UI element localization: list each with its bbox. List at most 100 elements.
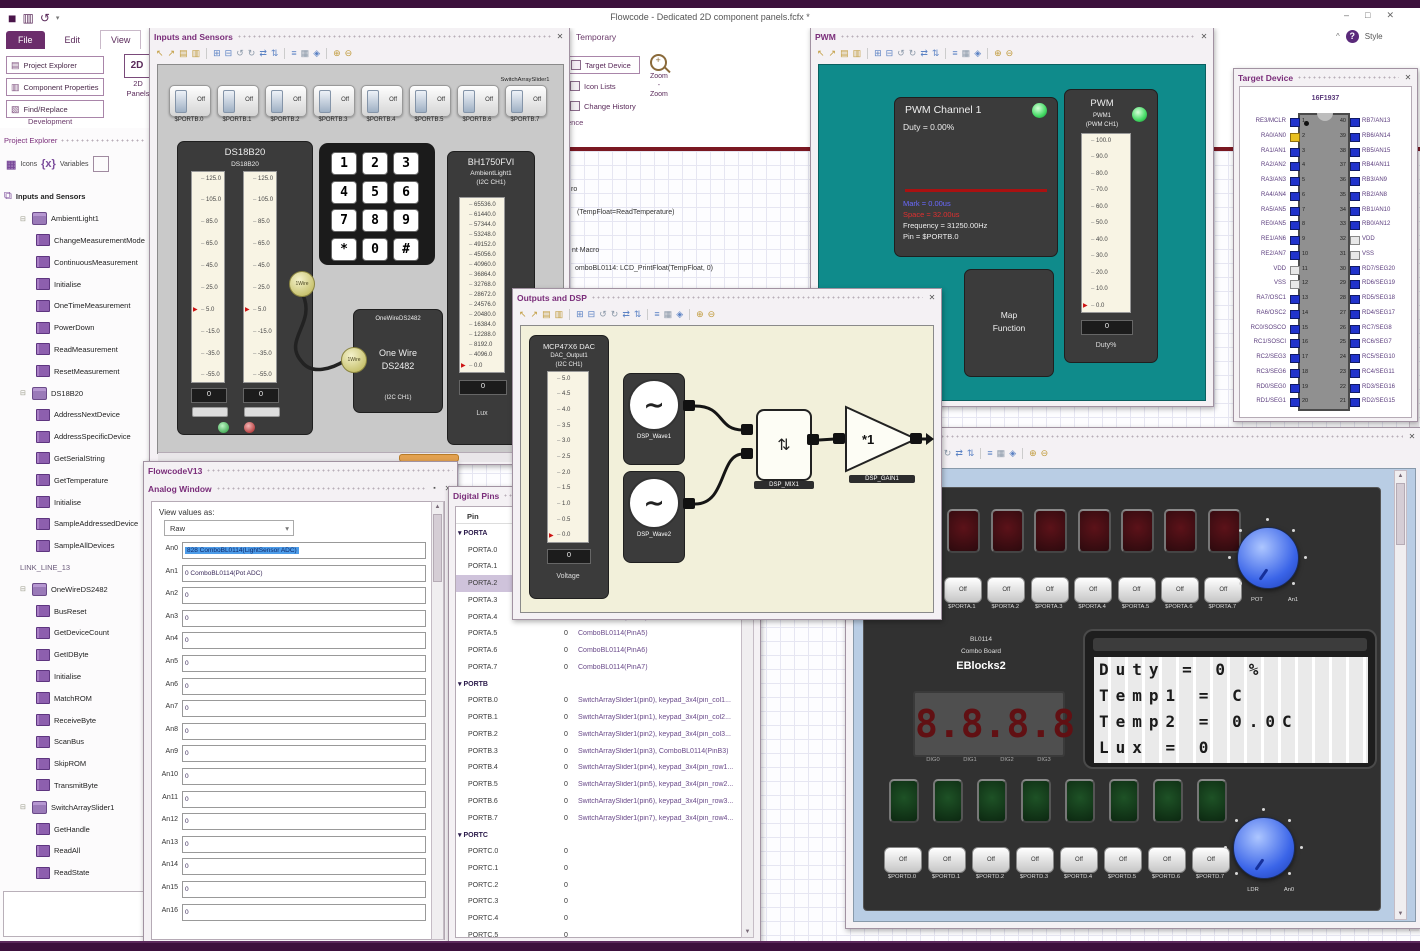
tree-item-receivebyte[interactable]: ReceiveByte (0, 709, 150, 731)
settings-icon[interactable]: ◈ (974, 48, 981, 59)
pwm-channel1-block[interactable]: PWM Channel 1 Duty = 0.00% Mark = 0.00us… (894, 97, 1058, 257)
analog-input-an13[interactable]: 0 (182, 835, 426, 853)
tree-item-getserialstring[interactable]: GetSerialString (0, 448, 150, 470)
pin-pad[interactable] (1350, 295, 1360, 304)
pin-pad[interactable] (1290, 250, 1300, 260)
dsp-wave1-block[interactable]: ∼ DSP_Wave1 (623, 373, 685, 465)
close-icon[interactable]: ✕ (555, 32, 565, 41)
collapse-ribbon-icon[interactable]: ^ (1336, 32, 1340, 41)
analog-input-an0[interactable]: 828 ComboBL0114(LightSensor ADC) (182, 542, 426, 559)
switch--porta-1[interactable]: Off (943, 577, 982, 603)
keypad-key-3[interactable]: 3 (393, 152, 419, 175)
scrollbar-thumb[interactable] (433, 514, 442, 582)
keypad-key-6[interactable]: 6 (393, 180, 419, 204)
settings-icon[interactable]: ◈ (676, 309, 683, 320)
scrollbar-thumb[interactable] (1396, 483, 1405, 545)
switch--portd-3[interactable]: Off (1016, 847, 1054, 873)
switch--portd-6[interactable]: Off (1148, 847, 1186, 873)
analog-titlebar[interactable]: Analog Window ▪ ✕ (148, 482, 453, 495)
pin-pad[interactable] (1290, 206, 1300, 216)
digital-row-portb-3[interactable]: PORTB.3 0 SwitchArraySlider1(pin3), ComboB… (456, 743, 734, 760)
zoom-out-icon[interactable]: ⊖ (1006, 48, 1014, 59)
grid-icon[interactable]: ▦ (962, 48, 971, 59)
pan-icon[interactable]: ↗ (531, 309, 539, 320)
pin-icon[interactable]: ▪ (430, 485, 439, 492)
digital-row-portc-4[interactable]: PORTC.4 0 (456, 910, 734, 927)
ldr-knob[interactable] (1233, 817, 1295, 879)
dsp-wave2-block[interactable]: ∼ DSP_Wave2 (623, 471, 685, 563)
zoom-in-icon[interactable]: ⊕ (333, 48, 341, 59)
grid-icon[interactable]: ▦ (664, 309, 673, 320)
find-replace-button[interactable]: ▧ Find/Replace (6, 100, 104, 118)
pin-pad[interactable] (1290, 265, 1300, 275)
switch--porta-7[interactable]: Off (1204, 577, 1243, 603)
switch--portb-0[interactable]: Off (169, 85, 211, 117)
zoom-out-icon[interactable]: ⊖ (345, 48, 353, 59)
pin-pad[interactable] (1350, 280, 1360, 290)
pin-pad[interactable] (1350, 398, 1360, 408)
tree-item-getidbyte[interactable]: GetIDByte (0, 644, 150, 666)
analog-input-an6[interactable]: 0 (182, 677, 426, 695)
pin-pad[interactable] (1290, 236, 1300, 245)
more-icon[interactable]: ▾ (56, 14, 60, 22)
tree-item-getdevicecount[interactable]: GetDeviceCount (0, 622, 150, 644)
grid-icon[interactable]: ▦ (6, 158, 16, 171)
analog-input-an11[interactable]: 0 (182, 790, 426, 808)
scroll-up-icon[interactable]: ▲ (432, 504, 443, 510)
digital-row-porta-7[interactable]: PORTA.7 0 ComboBL0114(PinA7) (456, 659, 734, 676)
analog-input-an2[interactable]: 0 (182, 587, 426, 605)
pin-pad[interactable] (1350, 265, 1360, 275)
keypad-key-8[interactable]: 8 (362, 209, 388, 232)
rotate-right-icon[interactable]: ↻ (909, 48, 917, 59)
ribbon-toggle-change-history[interactable]: Change History (566, 98, 640, 114)
add-component-icon[interactable]: ⊞ (874, 48, 882, 59)
switch--porta-4[interactable]: Off (1074, 577, 1113, 603)
scroll-up-icon[interactable]: ▲ (1395, 473, 1406, 479)
style-label[interactable]: Style (1365, 32, 1383, 41)
grid-icon[interactable]: ▦ (301, 48, 310, 59)
flip-vertical-icon[interactable]: ⇅ (634, 309, 642, 320)
analog-input-an9[interactable]: 0 (182, 745, 426, 763)
rotate-right-icon[interactable]: ↻ (248, 48, 256, 59)
analog-input-an14[interactable]: 0 (182, 858, 426, 876)
digital-row-portc-1[interactable]: PORTC.1 0 (456, 860, 734, 877)
rotate-left-icon[interactable]: ↺ (897, 48, 905, 59)
collapse-icon[interactable]: ⊟ (20, 215, 28, 223)
tree-item-continuousmeasurement[interactable]: ContinuousMeasurement (0, 251, 150, 273)
align-icon[interactable]: ≡ (952, 48, 957, 59)
minimize-icon[interactable]: – (1344, 10, 1349, 21)
tree-item-ambientlight1[interactable]: ⊟ AmbientLight1 (0, 208, 150, 230)
analog-input-an16[interactable]: 0 (182, 903, 426, 921)
flip-vertical-icon[interactable]: ⇅ (271, 48, 279, 59)
scroll-down-icon[interactable]: ▼ (1395, 911, 1406, 917)
keypad-key-0[interactable]: 0 (362, 237, 388, 261)
rotate-right-icon[interactable]: ↻ (611, 309, 619, 320)
switch--porta-6[interactable]: Off (1160, 577, 1199, 603)
flip-horizontal-icon[interactable]: ⇄ (622, 309, 630, 320)
pin-pad[interactable] (1290, 324, 1300, 334)
collapse-icon[interactable]: ⊟ (20, 389, 28, 397)
tree-item-switcharrayslider1[interactable]: ⊟ SwitchArraySlider1 (0, 796, 150, 818)
paste-icon[interactable]: ▥ (555, 309, 564, 320)
analog-input-an7[interactable]: 0 (182, 700, 426, 718)
keypad-key-star[interactable]: * (331, 237, 357, 261)
zoom-button-label[interactable]: Zoom (650, 73, 668, 80)
switch--portb-4[interactable]: Off (361, 85, 403, 117)
pin-pad[interactable] (1290, 147, 1300, 157)
switch--portd-5[interactable]: Off (1104, 847, 1142, 873)
panel-icon[interactable] (92, 156, 109, 172)
switch--porta-5[interactable]: Off (1117, 577, 1156, 603)
pin-pad[interactable] (1350, 383, 1360, 393)
digital-row-portc-0[interactable]: PORTC.0 0 (456, 843, 734, 860)
zoom-in-icon[interactable]: ⊕ (994, 48, 1002, 59)
pin-pad[interactable] (1350, 324, 1360, 334)
keypad-key-9[interactable]: 9 (393, 209, 419, 232)
copy-icon[interactable]: ▤ (840, 48, 849, 59)
pin-pad[interactable] (1350, 309, 1360, 319)
digital-row-portb-0[interactable]: PORTB.0 0 SwitchArraySlider1(pin0), keypad… (456, 693, 734, 710)
digital-row-portb-2[interactable]: PORTB.2 0 SwitchArraySlider1(pin2), keypad… (456, 726, 734, 743)
tree-item-initialise[interactable]: Initialise (0, 666, 150, 688)
tab-edit[interactable]: Edit (55, 31, 91, 49)
pin-pad[interactable] (1290, 398, 1300, 408)
app-icon[interactable]: ■ (8, 10, 16, 26)
